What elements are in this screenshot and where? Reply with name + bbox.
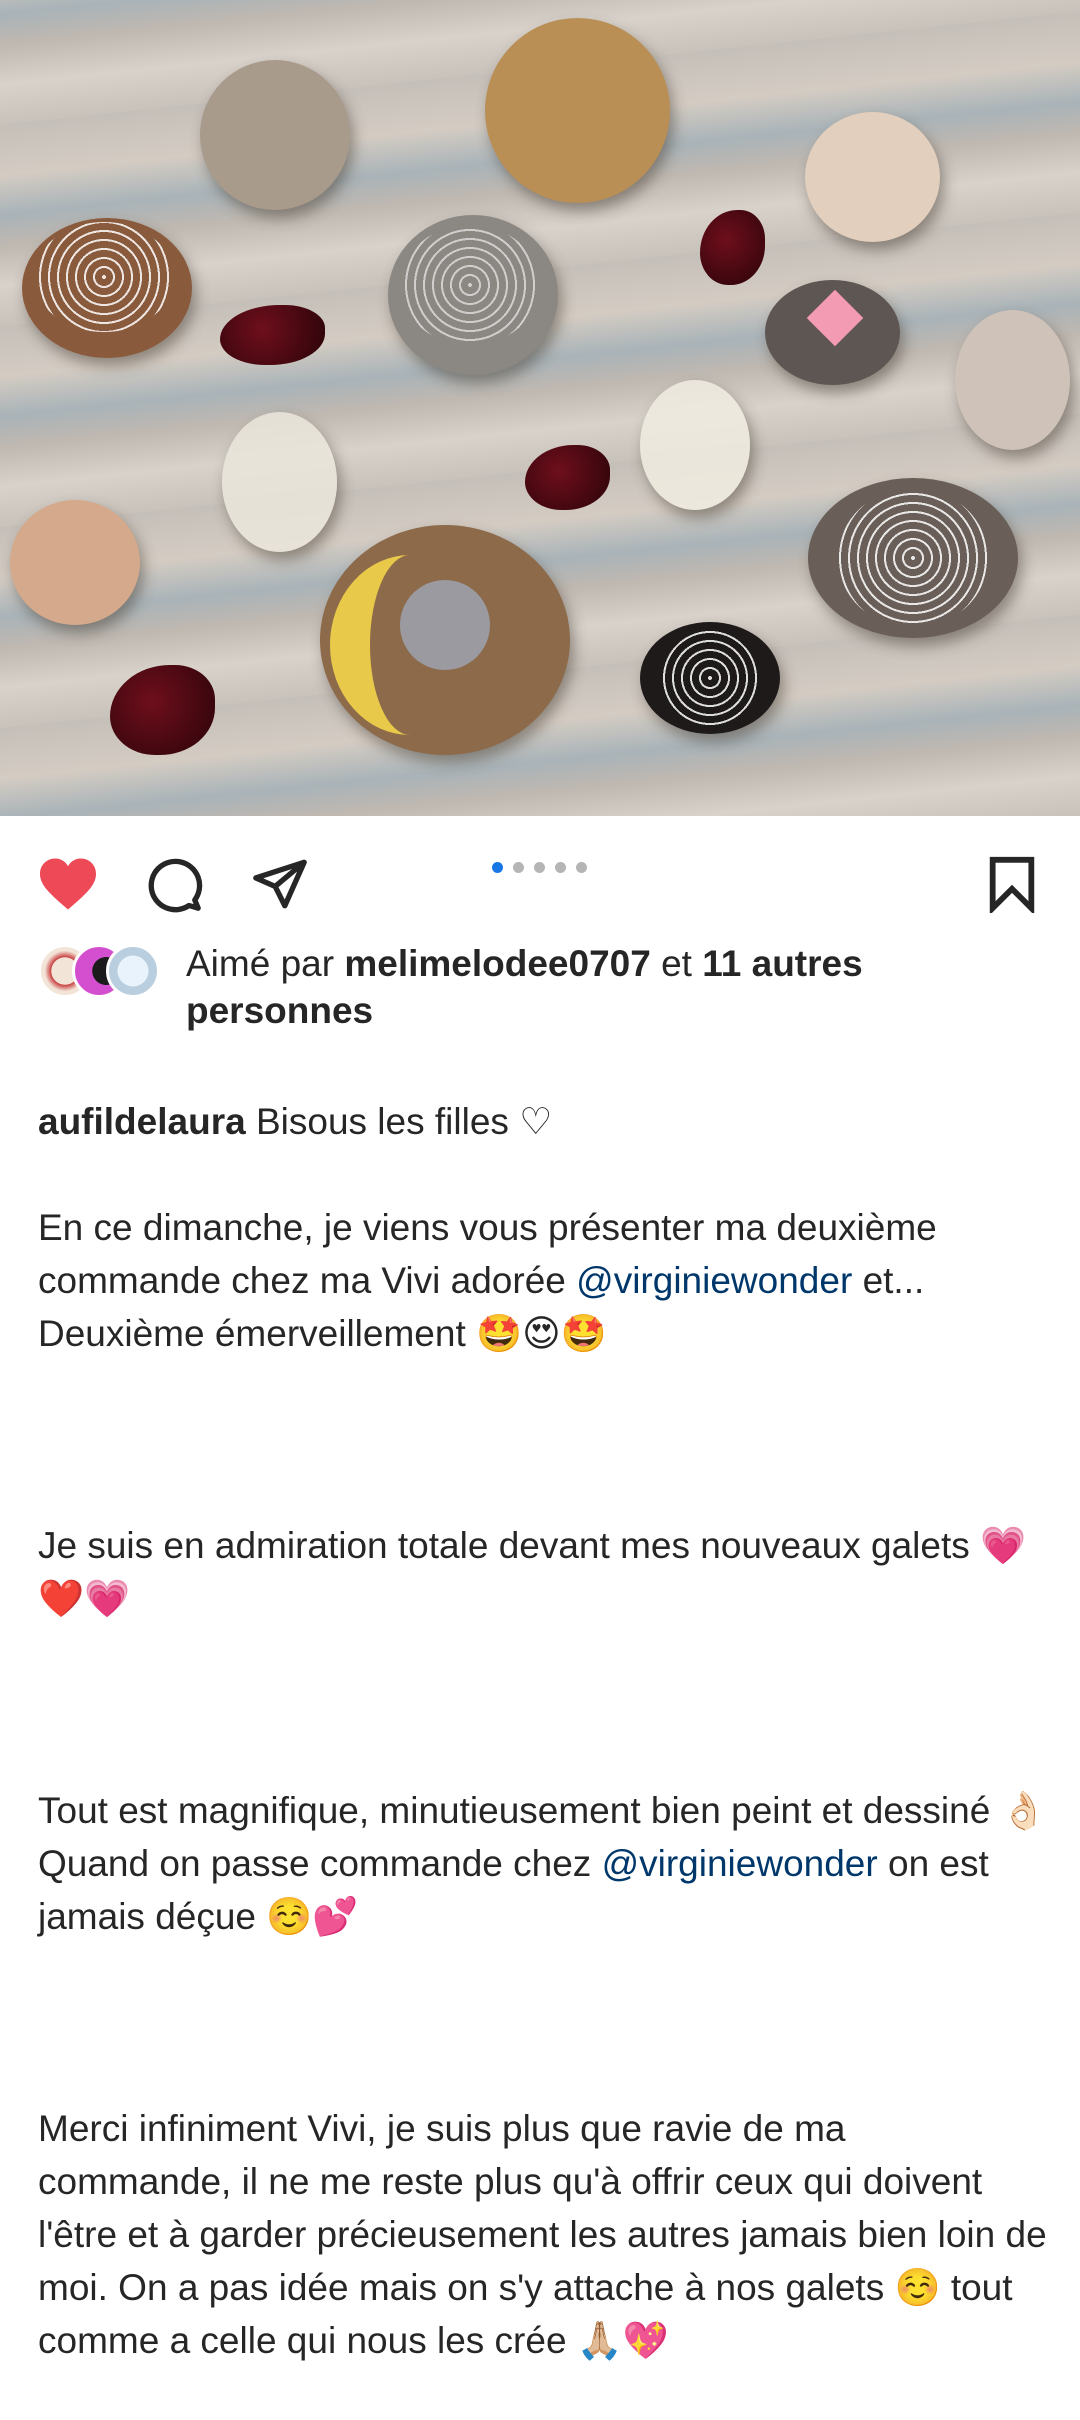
stone-ladybug bbox=[955, 310, 1070, 450]
send-icon bbox=[253, 859, 307, 909]
comment-button[interactable] bbox=[142, 852, 206, 916]
bookmark-icon bbox=[989, 856, 1035, 913]
carousel-dot bbox=[555, 862, 566, 873]
likes-conjunction: et bbox=[650, 943, 703, 984]
stone-flower-cat bbox=[485, 18, 670, 203]
rose-petal bbox=[525, 445, 610, 510]
rose-petal bbox=[110, 665, 215, 755]
liker-avatars bbox=[38, 944, 168, 998]
avatar bbox=[106, 944, 160, 998]
heart-icon bbox=[40, 858, 96, 910]
stone-feather-pattern bbox=[400, 225, 540, 345]
carousel-dot bbox=[576, 862, 587, 873]
stone-mandala-large-pattern bbox=[838, 488, 988, 628]
rose-petal bbox=[220, 305, 325, 365]
caption-paragraph: Tout est magnifique, minutieusement bien… bbox=[38, 1784, 1048, 1943]
stone-kokeshi bbox=[805, 112, 940, 242]
like-button[interactable] bbox=[36, 852, 100, 916]
stone-black-flower-pattern bbox=[660, 628, 760, 728]
stone-panda bbox=[10, 500, 140, 625]
mention-link[interactable]: @virginiewonder bbox=[602, 1843, 878, 1884]
stone-glass-small bbox=[222, 412, 337, 552]
likes-text: Aimé par melimelodee0707 et 11 autres pe… bbox=[186, 940, 1026, 1034]
rose-petal bbox=[700, 210, 765, 285]
caption-username[interactable]: aufildelaura bbox=[38, 1101, 246, 1142]
liker-username[interactable]: melimelodee0707 bbox=[344, 943, 650, 984]
post-image[interactable] bbox=[0, 0, 1080, 816]
likes-prefix: Aimé par bbox=[186, 943, 345, 984]
carousel-dot-active bbox=[492, 862, 503, 873]
stone-lace-pattern bbox=[34, 222, 174, 332]
caption-paragraph: Je suis en admiration totale devant mes … bbox=[38, 1525, 1027, 1619]
stone-glass-leaf bbox=[640, 380, 750, 510]
caption-first-line: aufildelaura Bisous les filles ♡ bbox=[38, 1095, 1048, 1148]
caption-paragraph: Merci infiniment Vivi, je suis plus que … bbox=[38, 2108, 1057, 2361]
comment-icon bbox=[148, 858, 203, 913]
carousel-dot bbox=[513, 862, 524, 873]
koala-painting bbox=[400, 580, 490, 670]
mention-link[interactable]: @virginiewonder bbox=[576, 1260, 852, 1301]
save-button[interactable] bbox=[980, 852, 1044, 916]
carousel-indicator bbox=[492, 862, 587, 874]
carousel-dot bbox=[534, 862, 545, 873]
share-button[interactable] bbox=[248, 852, 312, 916]
post-caption: aufildelaura Bisous les filles ♡ En ce d… bbox=[38, 1042, 1048, 2420]
stone-lotus bbox=[200, 60, 350, 210]
likes-section[interactable]: Aimé par melimelodee0707 et 11 autres pe… bbox=[38, 940, 1048, 1040]
caption-greeting: Bisous les filles ♡ bbox=[245, 1101, 553, 1142]
caption-paragraph: En ce dimanche, je viens vous présenter … bbox=[38, 1201, 1048, 1360]
post-action-bar bbox=[0, 816, 1080, 942]
